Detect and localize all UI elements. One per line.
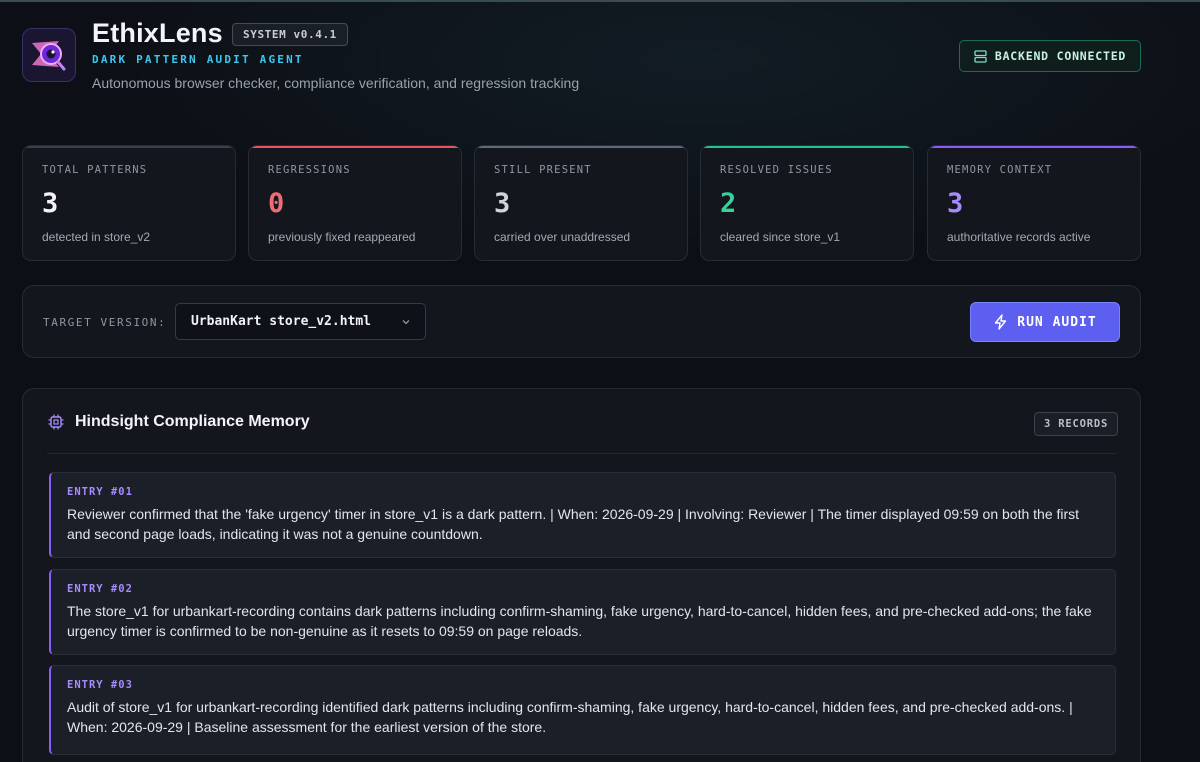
card-accent xyxy=(701,146,913,148)
stat-card-regressions: REGRESSIONS 0 previously fixed reappeare… xyxy=(248,145,462,261)
stat-value: 3 xyxy=(494,188,511,219)
entry-text: The store_v1 for urbankart-recording con… xyxy=(67,603,1092,639)
stat-desc: authoritative records active xyxy=(947,230,1091,244)
compliance-memory-panel: Hindsight Compliance Memory 3 RECORDS EN… xyxy=(22,388,1141,762)
stat-desc: previously fixed reappeared xyxy=(268,230,416,244)
memory-entry: ENTRY #03 Audit of store_v1 for urbankar… xyxy=(49,665,1116,755)
memory-entry: ENTRY #01 Reviewer confirmed that the 'f… xyxy=(49,472,1116,558)
stat-value: 0 xyxy=(268,188,285,219)
memory-header: Hindsight Compliance Memory xyxy=(47,413,310,431)
stat-card-memory-context: MEMORY CONTEXT 3 authoritative records a… xyxy=(927,145,1141,261)
entry-text: Reviewer confirmed that the 'fake urgenc… xyxy=(67,506,1080,542)
stat-card-total-patterns: TOTAL PATTERNS 3 detected in store_v2 xyxy=(22,145,236,261)
lightning-icon xyxy=(995,314,1007,330)
memory-entry: ENTRY #02 The store_v1 for urbankart-rec… xyxy=(49,569,1116,655)
target-version-select[interactable]: UrbanKart store_v2.html xyxy=(175,303,426,340)
stat-label: TOTAL PATTERNS xyxy=(42,164,148,176)
card-accent xyxy=(249,146,461,148)
entry-tag: ENTRY #01 xyxy=(67,486,133,498)
app-title: EthixLens xyxy=(92,18,223,48)
app-logo xyxy=(22,28,76,82)
divider xyxy=(47,453,1116,454)
stat-label: MEMORY CONTEXT xyxy=(947,164,1053,176)
target-version-panel: TARGET VERSION: UrbanKart store_v2.html … xyxy=(22,285,1141,358)
stat-label: STILL PRESENT xyxy=(494,164,592,176)
card-accent xyxy=(475,146,687,148)
card-accent xyxy=(928,146,1140,148)
records-count-badge: 3 RECORDS xyxy=(1034,412,1119,436)
stat-value: 3 xyxy=(947,188,964,219)
run-audit-button[interactable]: RUN AUDIT xyxy=(970,302,1120,342)
version-badge: SYSTEM v0.4.1 xyxy=(232,23,348,46)
stat-value: 2 xyxy=(720,188,737,219)
entry-tag: ENTRY #03 xyxy=(67,679,133,691)
stat-card-still-present: STILL PRESENT 3 carried over unaddressed xyxy=(474,145,688,261)
eye-lens-icon xyxy=(32,41,66,71)
stat-card-resolved-issues: RESOLVED ISSUES 2 cleared since store_v1 xyxy=(700,145,914,261)
memory-title: Hindsight Compliance Memory xyxy=(75,413,310,430)
target-version-value: UrbanKart store_v2.html xyxy=(191,314,372,329)
app-subtitle: DARK PATTERN AUDIT AGENT xyxy=(92,53,304,66)
entry-text: Audit of store_v1 for urbankart-recordin… xyxy=(67,699,1073,735)
stat-label: REGRESSIONS xyxy=(268,164,351,176)
stat-value: 3 xyxy=(42,188,59,219)
app-tagline: Autonomous browser checker, compliance v… xyxy=(92,75,580,91)
card-accent xyxy=(23,146,235,148)
stat-desc: cleared since store_v1 xyxy=(720,230,841,244)
chip-icon xyxy=(48,414,64,430)
window-top-border xyxy=(0,0,1200,2)
server-icon xyxy=(974,49,987,63)
stat-desc: detected in store_v2 xyxy=(42,230,151,244)
backend-status-badge: BACKEND CONNECTED xyxy=(959,40,1141,72)
stat-label: RESOLVED ISSUES xyxy=(720,164,833,176)
run-audit-label: RUN AUDIT xyxy=(1017,314,1097,330)
entry-tag: ENTRY #02 xyxy=(67,583,133,595)
stat-desc: carried over unaddressed xyxy=(494,230,631,244)
chevron-down-icon xyxy=(402,320,410,325)
target-version-label: TARGET VERSION: xyxy=(43,316,167,329)
backend-status-label: BACKEND CONNECTED xyxy=(994,49,1127,63)
